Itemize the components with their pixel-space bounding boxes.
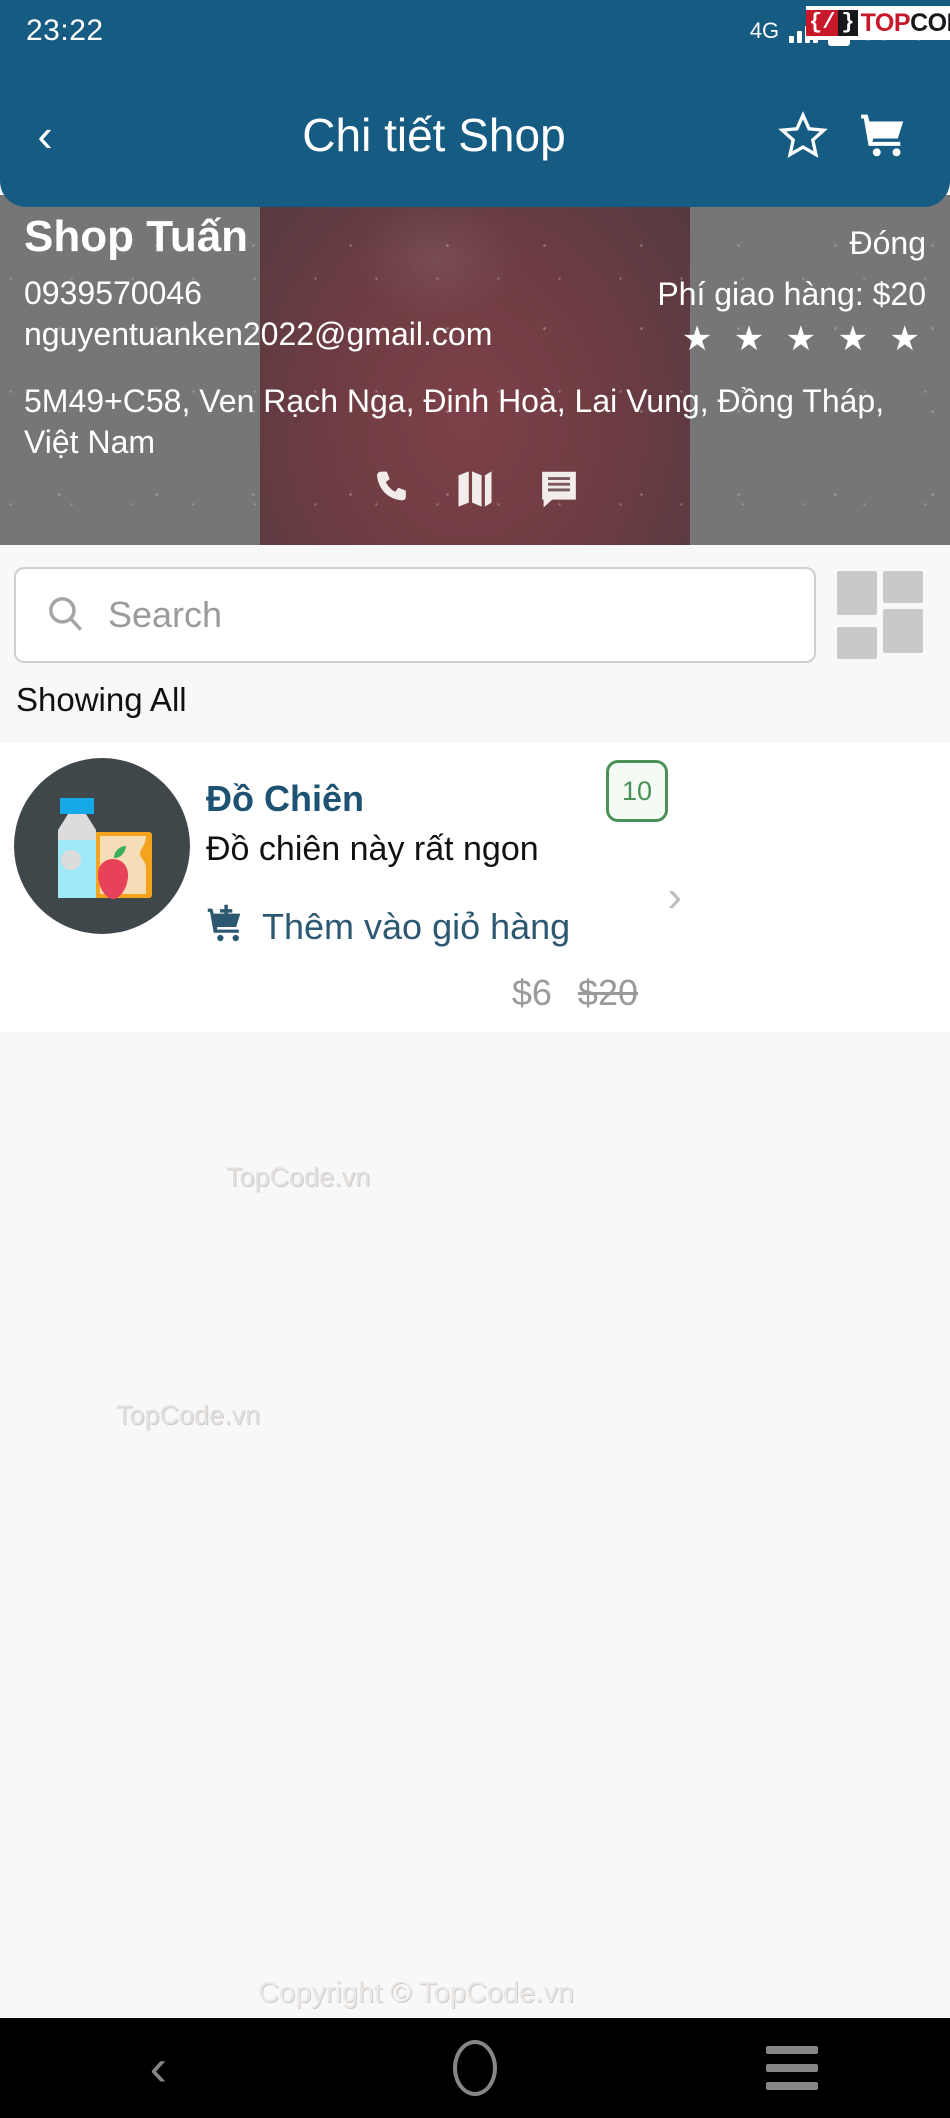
add-to-cart-icon (206, 903, 248, 950)
watermark-body-1: TopCode.vn (226, 1162, 371, 1192)
watermark-footer: Copyright © TopCode.vn (258, 1977, 574, 2009)
logo-code-text: CODE.VN (910, 8, 950, 37)
phone-screen: 23:22 4G 58 % {/ } TOP CODE.VN ‹ Chi tiế… (0, 0, 950, 2118)
grid-layout-icon[interactable] (834, 569, 926, 661)
avatar (14, 758, 190, 934)
product-description: Đồ chiên này rất ngon (206, 830, 539, 868)
shop-delivery-fee: Phí giao hàng: $20 (657, 276, 926, 312)
chat-icon[interactable] (537, 467, 581, 511)
app-bar: ‹ Chi tiết Shop (0, 62, 950, 207)
add-to-cart-button[interactable]: Thêm vào giỏ hàng (206, 903, 950, 950)
status-badge: 10 (606, 760, 668, 822)
product-prices: $6 $20 (512, 972, 638, 1014)
logo-brace-right-icon: } (838, 10, 858, 36)
android-nav-bar: ‹ (0, 2018, 950, 2118)
shop-open-status: Đóng (849, 225, 927, 261)
phone-icon[interactable] (369, 467, 413, 511)
star-outline-icon[interactable] (778, 110, 828, 160)
showing-label: Showing All (16, 681, 187, 718)
shop-email: nguyentuanken2022@gmail.com (24, 316, 493, 353)
price-original: $20 (577, 972, 638, 1013)
shop-info: Shop Tuấn 0939570046 nguyentuanken2022@g… (0, 195, 950, 545)
logo-brace-left-icon: {/ (806, 10, 839, 36)
status-time: 23:22 (26, 14, 104, 47)
watermark-body-2: TopCode.vn (116, 1400, 261, 1430)
product-title: Đồ Chiên (206, 778, 364, 819)
logo-top-text: TOP (860, 8, 911, 37)
chevron-right-icon[interactable]: › (667, 872, 682, 922)
empty-list-area (0, 1032, 950, 2016)
map-icon[interactable] (453, 467, 497, 511)
search-area: Showing All (0, 545, 950, 718)
add-to-cart-label: Thêm vào giỏ hàng (262, 905, 571, 947)
app-bar-actions (778, 110, 950, 160)
shop-rating-stars: ★ ★ ★ ★ ★ (681, 320, 926, 358)
topcode-logo-watermark: {/ } TOP CODE.VN (806, 6, 950, 40)
shop-contact-actions (24, 467, 926, 511)
price-current: $6 (511, 972, 552, 1013)
search-row (0, 545, 950, 663)
nav-back-icon[interactable]: ‹ (98, 2018, 218, 2118)
product-card[interactable]: Đồ Chiên Đồ chiên này rất ngon Thêm vào … (0, 742, 950, 1032)
shop-name: Shop Tuấn (24, 212, 249, 261)
shop-phone: 0939570046 (24, 275, 202, 312)
search-icon (44, 592, 86, 639)
shop-banner: Shop Tuấn 0939570046 nguyentuanken2022@g… (0, 195, 950, 545)
nav-recents-icon[interactable] (732, 2018, 852, 2118)
nav-home-icon[interactable] (415, 2018, 535, 2118)
page-title: Chi tiết Shop (302, 108, 566, 161)
search-box[interactable] (14, 567, 816, 663)
back-chevron-icon[interactable]: ‹ (0, 112, 90, 158)
shop-address: 5M49+C58, Ven Rạch Nga, Đinh Hoà, Lai Vu… (24, 383, 885, 460)
network-type-label: 4G (749, 18, 780, 43)
shopping-cart-icon[interactable] (858, 110, 908, 160)
search-input[interactable] (108, 594, 786, 636)
